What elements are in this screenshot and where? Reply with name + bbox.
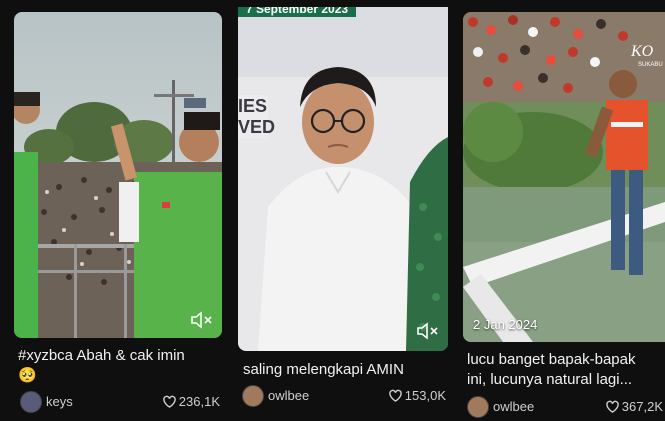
video-thumbnail[interactable]: IES VED 7 September 2023	[238, 7, 448, 351]
video-meta: owlbee 153,0K	[242, 385, 446, 407]
watermark: KO	[630, 43, 654, 60]
like-count-value: 153,0K	[404, 388, 446, 403]
heart-outline-icon	[389, 389, 402, 402]
like-count: 153,0K	[388, 388, 446, 403]
avatar[interactable]	[467, 396, 489, 418]
svg-text:IES: IES	[238, 96, 267, 116]
thumbnail-image: IES VED	[238, 7, 448, 351]
post-date: 2 Jan 2024	[473, 317, 538, 332]
username[interactable]: owlbee	[493, 399, 534, 414]
svg-text:VED: VED	[238, 117, 275, 137]
video-card-3[interactable]: KO SUKABU 2 Jan 2024 lucu banget bapak-b…	[463, 0, 665, 421]
video-card-1[interactable]: #xyzbca Abah & cak imin 🥺 keys 236,1K	[14, 0, 222, 421]
username[interactable]: keys	[46, 394, 73, 409]
caption-line-1: lucu banget bapak-bapak	[467, 351, 636, 368]
username[interactable]: owlbee	[268, 388, 309, 403]
like-count-value: 236,1K	[178, 394, 220, 409]
date-overlay: 7 September 2023	[238, 7, 357, 17]
video-caption[interactable]: saling melengkapi AMIN	[243, 360, 447, 380]
like-count: 236,1K	[162, 394, 220, 409]
avatar[interactable]	[242, 385, 264, 407]
caption-line-2: ini, lucunya natural lagi...	[467, 371, 633, 388]
speaker-muted-icon[interactable]	[416, 321, 440, 341]
like-count: 367,2K	[605, 399, 663, 414]
caption-text: #xyzbca Abah & cak imin	[18, 347, 185, 364]
watermark-sub: SUKABU	[638, 62, 663, 68]
video-meta: owlbee 367,2K	[467, 396, 663, 418]
video-thumbnail[interactable]	[14, 12, 222, 338]
video-caption[interactable]: #xyzbca Abah & cak imin 🥺	[18, 346, 222, 386]
heart-outline-icon	[606, 400, 619, 413]
speaker-muted-icon[interactable]	[190, 310, 214, 330]
avatar[interactable]	[20, 391, 42, 413]
video-card-2[interactable]: IES VED 7 September 2023 saling melengka	[238, 0, 448, 421]
video-caption[interactable]: lucu banget bapak-bapak ini, lucunya nat…	[467, 350, 665, 390]
video-meta: keys 236,1K	[20, 391, 220, 413]
pleading-emoji: 🥺	[18, 367, 37, 384]
heart-outline-icon	[163, 395, 176, 408]
thumbnail-image: KO SUKABU	[463, 12, 665, 342]
thumbnail-image	[14, 12, 222, 338]
like-count-value: 367,2K	[621, 399, 663, 414]
video-thumbnail[interactable]: KO SUKABU 2 Jan 2024	[463, 12, 665, 342]
